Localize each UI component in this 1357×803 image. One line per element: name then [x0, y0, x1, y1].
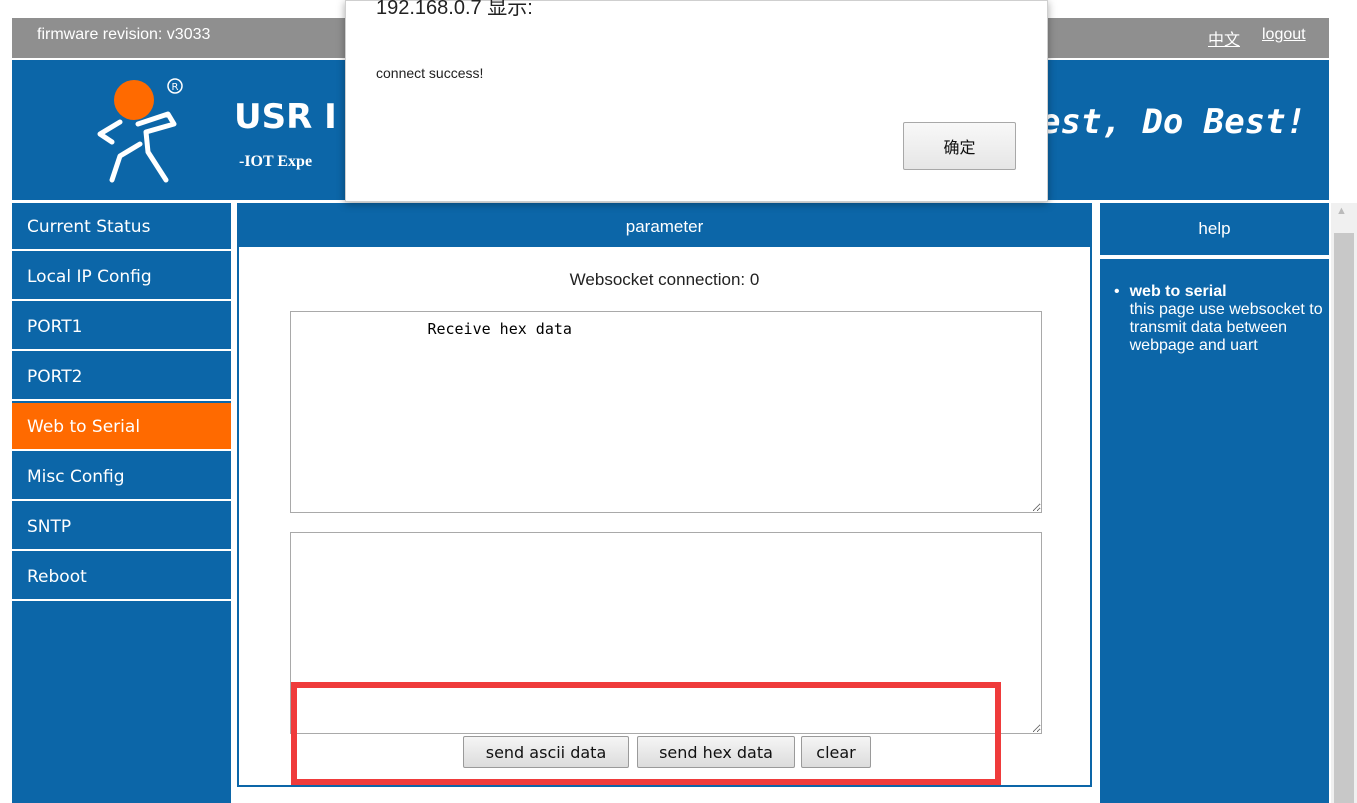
alert-dialog: 192.168.0.7 显示: connect success! 确定 [345, 0, 1048, 202]
help-content: • web to serial this page use websocket … [1114, 283, 1324, 355]
parameter-panel: parameter Websocket connection: 0 Receiv… [237, 203, 1092, 787]
scroll-up-arrow-icon[interactable]: ▲ [1336, 205, 1347, 217]
sidebar-item-port2[interactable]: PORT2 [12, 353, 231, 401]
websocket-status: Websocket connection: 0 [569, 270, 760, 289]
sidebar-item-reboot[interactable]: Reboot [12, 553, 231, 601]
usr-logo-icon: R [97, 78, 183, 183]
brand-slogan: est, Do Best! [1040, 102, 1307, 142]
dialog-ok-button[interactable]: 确定 [903, 122, 1016, 170]
brand-name: USR I [234, 97, 337, 137]
help-text: this page use websocket to transmit data… [1129, 301, 1323, 354]
send-ascii-button[interactable]: send ascii data [463, 736, 629, 768]
brand-subtitle: -IOT Expe [239, 153, 313, 170]
sidebar-item-port1[interactable]: PORT1 [12, 303, 231, 351]
clear-button[interactable]: clear [801, 736, 871, 768]
sidebar-item-local-ip-config[interactable]: Local IP Config [12, 253, 231, 301]
send-textarea[interactable] [290, 532, 1042, 734]
sidebar-item-current-status[interactable]: Current Status [12, 203, 231, 251]
send-hex-button[interactable]: send hex data [637, 736, 795, 768]
svg-text:R: R [172, 82, 179, 93]
firmware-revision-label: firmware revision: v3033 [37, 26, 211, 43]
scrollbar-thumb[interactable] [1334, 233, 1354, 803]
dialog-title: 192.168.0.7 显示: [376, 0, 533, 19]
sidebar-item-misc-config[interactable]: Misc Config [12, 453, 231, 501]
help-panel: help • web to serial this page use webso… [1100, 203, 1329, 803]
receive-textarea[interactable]: Receive hex data [290, 311, 1042, 513]
sidebar-item-web-to-serial[interactable]: Web to Serial [12, 403, 231, 451]
parameter-header: parameter [239, 205, 1090, 247]
sidebar-nav: Current Status Local IP Config PORT1 POR… [12, 203, 231, 803]
dialog-message: connect success! [376, 65, 484, 81]
language-link[interactable]: 中文 [1208, 26, 1240, 50]
help-header: help [1100, 203, 1329, 259]
bullet-icon: • [1114, 283, 1120, 300]
sidebar-item-sntp[interactable]: SNTP [12, 503, 231, 551]
logout-link[interactable]: logout [1262, 26, 1306, 44]
help-title: web to serial [1129, 283, 1227, 300]
